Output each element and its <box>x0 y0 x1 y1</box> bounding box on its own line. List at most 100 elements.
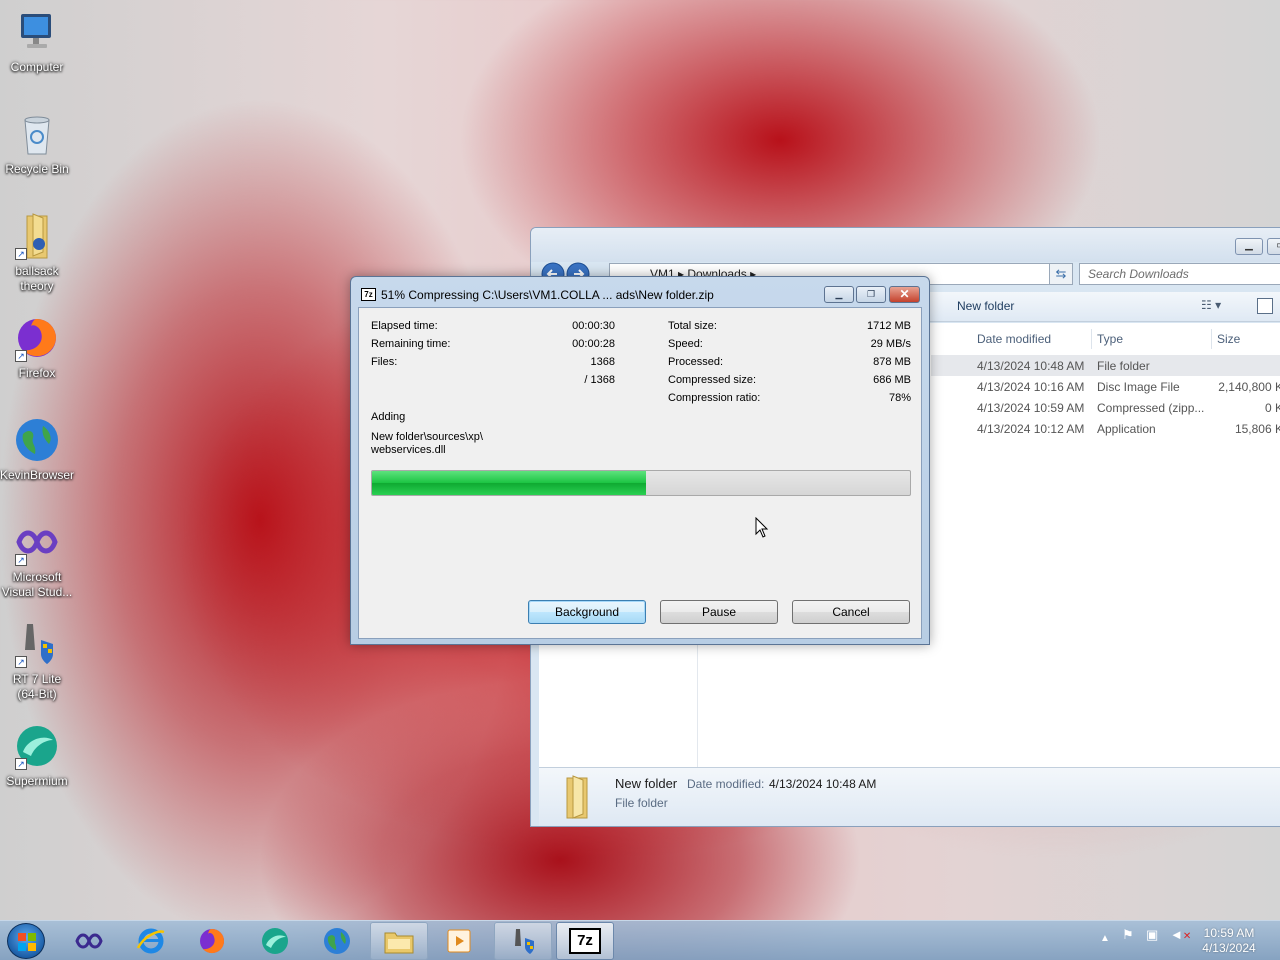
firefox-icon <box>200 929 225 954</box>
details-modified-value: 4/13/2024 10:48 AM <box>769 777 877 791</box>
desktop-icon-computer[interactable]: Computer <box>0 8 74 75</box>
files-label: Files: <box>371 356 398 368</box>
refresh-icon[interactable]: ⇆ <box>1049 263 1073 285</box>
background-button[interactable]: Background <box>528 600 646 624</box>
shortcut-arrow-icon: ↗ <box>15 554 27 566</box>
row-date: 4/13/2024 10:48 AM <box>977 359 1085 373</box>
desktop-icon-ballsack-theory[interactable]: ↗ ballsack theory <box>0 212 74 294</box>
compressed-size-value: 686 MB <box>873 374 911 386</box>
total-size-value: 1712 MB <box>866 320 911 332</box>
restore-button[interactable]: ❐ <box>856 286 886 303</box>
taskbar-firefox[interactable] <box>183 922 241 960</box>
pause-button[interactable]: Pause <box>660 600 778 624</box>
supermium-icon: ↗ <box>13 722 61 770</box>
shortcut-arrow-icon: ↗ <box>15 656 27 668</box>
supermium-icon <box>262 928 288 954</box>
explorer-window-controls: ▁ ▭ <box>1235 238 1280 255</box>
table-row[interactable]: 4/13/2024 10:16 AM Disc Image File 2,140… <box>931 376 1280 397</box>
taskbar-visual-studio[interactable] <box>60 922 118 960</box>
row-type: Application <box>1097 422 1156 436</box>
maximize-button[interactable]: ▭ <box>1267 238 1280 255</box>
action-center-flag-icon[interactable]: ⚑ <box>1122 927 1134 943</box>
remaining-time-value: 00:00:28 <box>572 338 615 350</box>
action-label: Adding <box>371 411 406 423</box>
total-size-label: Total size: <box>668 320 717 332</box>
details-modified-label: Date modified: <box>687 777 765 791</box>
taskbar-kevinbrowser[interactable] <box>308 922 366 960</box>
visual-studio-icon: ↗ <box>13 518 61 566</box>
column-header-type[interactable]: Type <box>1097 332 1123 346</box>
close-button[interactable]: ✕ <box>889 286 920 303</box>
shortcut-arrow-icon: ↗ <box>15 248 27 260</box>
processed-value: 878 MB <box>873 356 911 368</box>
desktop-icon-supermium[interactable]: ↗ Supermium <box>0 722 74 789</box>
taskbar-7zip[interactable]: 7z <box>556 922 614 960</box>
start-button[interactable] <box>7 923 45 959</box>
taskbar-internet-explorer[interactable] <box>122 922 180 960</box>
change-view-icon[interactable]: ☷ ▾ <box>1201 298 1221 312</box>
taskbar-rt7lite[interactable] <box>494 922 552 960</box>
row-size: 15,806 KB <box>1234 422 1280 436</box>
folder-icon: ↗ <box>13 212 61 260</box>
row-date: 4/13/2024 10:12 AM <box>977 422 1085 436</box>
mouse-cursor-icon <box>755 516 769 539</box>
column-divider[interactable] <box>1091 329 1092 349</box>
progress-fill <box>372 471 647 495</box>
current-file-name: webservices.dll <box>371 444 446 456</box>
details-pane: New folder Date modified: 4/13/2024 10:4… <box>539 767 1280 826</box>
dialog-body: Elapsed time: 00:00:30 Remaining time: 0… <box>358 307 922 639</box>
rt7lite-icon <box>515 929 534 954</box>
search-input[interactable]: Search Downloads <box>1079 263 1280 285</box>
shortcut-arrow-icon: ↗ <box>15 758 27 770</box>
windows-logo-icon <box>18 933 36 951</box>
row-size: 2,140,800 KB <box>1218 380 1280 394</box>
taskbar-clock[interactable]: 10:59 AM 4/13/2024 <box>1196 926 1262 956</box>
table-row[interactable]: 4/13/2024 10:59 AM Compressed (zipp... 0… <box>931 397 1280 418</box>
desktop-icon-firefox[interactable]: ↗ Firefox <box>0 314 74 381</box>
row-date: 4/13/2024 10:16 AM <box>977 380 1085 394</box>
recycle-bin-icon <box>13 110 61 158</box>
rt7lite-icon: ↗ <box>13 620 61 668</box>
minimize-button[interactable]: ▁ <box>824 286 854 303</box>
network-icon[interactable]: ▣ <box>1146 927 1158 943</box>
desktop-icon-label: Firefox <box>18 366 56 380</box>
desktop-icon-kevinbrowser[interactable]: KevinBrowser <box>0 416 74 483</box>
row-size: 0 KB <box>1264 401 1280 415</box>
desktop-icon-label: Supermium <box>6 774 68 788</box>
shortcut-arrow-icon: ↗ <box>15 350 27 362</box>
desktop-icon-rt7lite[interactable]: ↗ RT 7 Lite (64-Bit) <box>0 620 74 702</box>
minimize-button[interactable]: ▁ <box>1235 238 1263 255</box>
desktop-icon-recycle-bin[interactable]: Recycle Bin <box>0 110 74 177</box>
column-divider[interactable] <box>1211 329 1212 349</box>
taskbar-supermium[interactable] <box>246 922 304 960</box>
preview-pane-icon[interactable] <box>1257 298 1273 314</box>
new-folder-button[interactable]: New folder <box>957 299 1014 313</box>
taskbar-media-player[interactable] <box>430 922 488 960</box>
table-row[interactable]: 4/13/2024 10:48 AM File folder <box>931 355 1280 376</box>
desktop-icon-label: RT 7 Lite (64-Bit) <box>12 672 62 701</box>
volume-muted-icon[interactable]: ◄✕ <box>1170 927 1191 942</box>
7zip-icon: 7z <box>569 928 601 954</box>
clock-date: 4/13/2024 <box>1202 941 1256 955</box>
kevinbrowser-icon <box>324 928 350 954</box>
cancel-button[interactable]: Cancel <box>792 600 910 624</box>
table-row[interactable]: 4/13/2024 10:12 AM Application 15,806 KB <box>931 418 1280 439</box>
column-header-size[interactable]: Size <box>1217 332 1240 346</box>
desktop-icon-label: KevinBrowser <box>0 468 75 482</box>
details-type: File folder <box>615 796 668 810</box>
taskbar-file-explorer[interactable] <box>370 922 428 960</box>
7zip-icon: 7z <box>361 288 376 301</box>
column-header-date-modified[interactable]: Date modified <box>977 332 1051 346</box>
compress-progress-dialog[interactable]: 7z 51% Compressing C:\Users\VM1.COLLA ..… <box>350 276 930 645</box>
progress-bar <box>371 470 911 496</box>
row-type: File folder <box>1097 359 1150 373</box>
visual-studio-icon <box>75 933 103 949</box>
dialog-titlebar[interactable]: 7z 51% Compressing C:\Users\VM1.COLLA ..… <box>351 277 929 307</box>
desktop-icon-visual-studio[interactable]: ↗ Microsoft Visual Stud... <box>0 518 74 600</box>
remaining-time-label: Remaining time: <box>371 338 451 350</box>
compressed-size-label: Compressed size: <box>668 374 757 386</box>
firefox-icon: ↗ <box>13 314 61 362</box>
show-hidden-icons-button[interactable]: ▲ <box>1100 933 1110 944</box>
elapsed-time-label: Elapsed time: <box>371 320 438 332</box>
explorer-titlebar[interactable] <box>531 228 1280 262</box>
